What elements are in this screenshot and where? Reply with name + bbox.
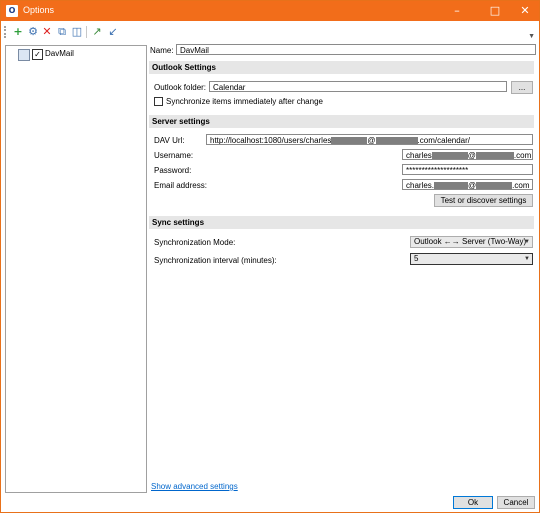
title-bar: O Options – □ ✕	[1, 1, 539, 21]
chevron-down-icon: ▼	[524, 239, 530, 245]
toolbar-separator	[86, 26, 87, 38]
password-label: Password:	[154, 166, 192, 175]
dav-url-input[interactable]: http://localhost:1080/users/charles @ .com…	[206, 134, 533, 145]
sync-interval-select[interactable]: 5 ▼	[410, 253, 533, 265]
toolbar: + ⚙ ✕ ⧉ ◫ ↗ ↙ ▼	[1, 21, 539, 43]
username-at: @	[467, 151, 476, 160]
redacted-block	[331, 136, 368, 144]
redacted-block	[475, 151, 514, 159]
add-icon[interactable]: +	[11, 25, 25, 39]
name-label: Name:	[150, 46, 174, 55]
email-at: @	[468, 181, 477, 190]
email-suffix: .com	[512, 181, 530, 190]
sync-immediately-checkbox[interactable]	[154, 97, 163, 106]
profile-tree[interactable]: ✓ DavMail	[5, 45, 147, 493]
export-icon[interactable]: ↗	[90, 25, 104, 39]
tree-item-label: DavMail	[45, 49, 74, 58]
username-input[interactable]: charles @ .com	[402, 149, 533, 160]
username-prefix: charles	[406, 151, 432, 160]
redacted-block	[434, 181, 469, 189]
maximize-button[interactable]: □	[479, 1, 511, 21]
dav-url-suffix: .com/calendar/	[417, 136, 470, 145]
browse-folder-button[interactable]: ...	[511, 81, 533, 94]
sync-mode-value: Outlook ←→ Server (Two-Way)	[414, 237, 527, 246]
window-title: Options	[23, 5, 55, 15]
password-input[interactable]: ********************	[402, 164, 533, 175]
sync-mode-select[interactable]: Outlook ←→ Server (Two-Way) ▼	[410, 236, 533, 248]
sync-immediately-label: Synchronize items immediately after chan…	[166, 97, 323, 106]
redacted-block	[375, 136, 418, 144]
calendar-icon	[18, 49, 30, 61]
server-settings-header: Server settings	[149, 115, 534, 128]
email-label: Email address:	[154, 181, 207, 190]
dav-url-label: DAV Url:	[154, 136, 185, 145]
advanced-settings-link[interactable]: Show advanced settings	[151, 482, 238, 491]
cancel-button[interactable]: Cancel	[497, 496, 535, 509]
close-button[interactable]: ✕	[509, 1, 540, 21]
options-window: O Options – □ ✕ + ⚙ ✕ ⧉ ◫ ↗ ↙ ▼ ✓ DavMai…	[0, 0, 540, 513]
toolbar-grip	[4, 26, 8, 38]
sync-interval-label: Synchronization interval (minutes):	[154, 256, 277, 265]
dav-url-at: @	[367, 136, 376, 145]
profile-checkbox[interactable]: ✓	[32, 49, 43, 60]
outlook-folder-input[interactable]: Calendar	[209, 81, 507, 92]
copy-profile-icon[interactable]: ⚙	[26, 25, 40, 39]
clear-cache-icon[interactable]: ◫	[70, 25, 84, 39]
test-settings-button[interactable]: Test or discover settings	[434, 194, 533, 207]
chevron-down-icon: ▼	[524, 256, 530, 262]
duplicate-icon[interactable]: ⧉	[55, 25, 69, 39]
outlook-folder-label: Outlook folder:	[154, 83, 207, 92]
sync-mode-label: Synchronization Mode:	[154, 238, 236, 247]
email-input[interactable]: charles. @ .com	[402, 179, 533, 190]
username-label: Username:	[154, 151, 194, 160]
outlook-caldav-icon: O	[6, 5, 18, 17]
outlook-settings-header: Outlook Settings	[149, 61, 534, 74]
redacted-block	[431, 151, 468, 159]
toolbar-overflow-icon[interactable]: ▼	[528, 33, 535, 40]
dav-url-prefix: http://localhost:1080/users/charles	[210, 136, 332, 145]
import-icon[interactable]: ↙	[106, 25, 120, 39]
redacted-block	[476, 181, 513, 189]
name-input[interactable]: DavMail	[176, 44, 536, 55]
minimize-button[interactable]: –	[441, 1, 473, 21]
email-prefix: charles.	[406, 181, 435, 190]
sync-interval-value: 5	[414, 254, 419, 263]
sync-settings-header: Sync settings	[149, 216, 534, 229]
ok-button[interactable]: Ok	[453, 496, 493, 509]
username-suffix: .com	[513, 151, 532, 160]
delete-icon[interactable]: ✕	[40, 25, 54, 39]
